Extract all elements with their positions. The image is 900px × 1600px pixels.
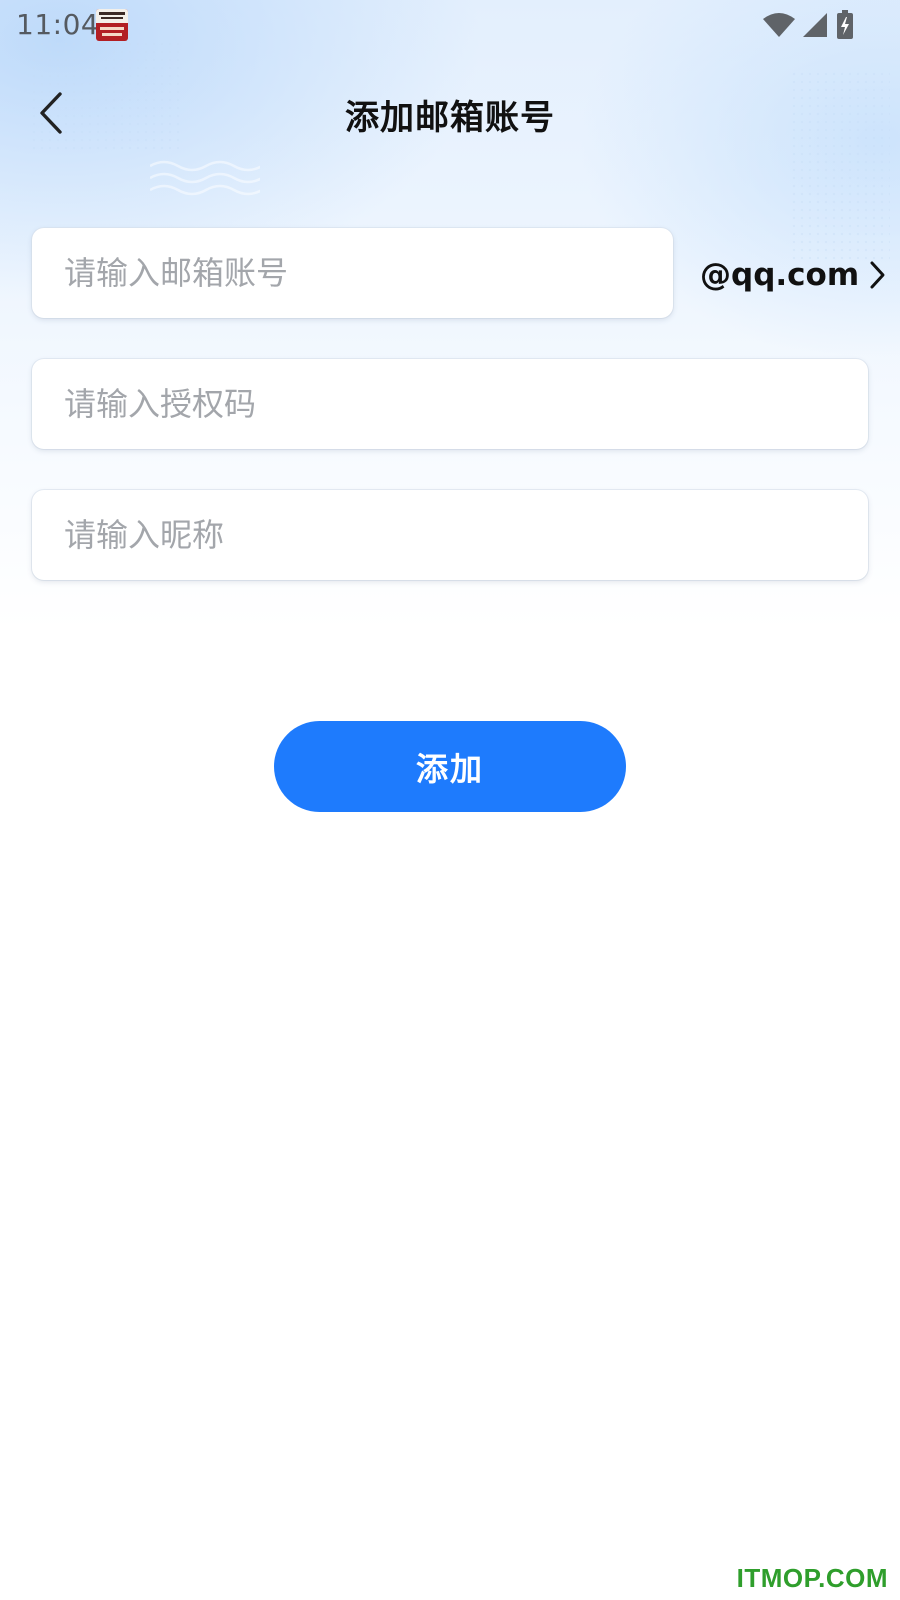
status-bar: 11:04 [0, 0, 900, 48]
chevron-right-icon [870, 261, 885, 289]
add-button[interactable]: 添加 [274, 721, 626, 812]
email-account-field[interactable] [32, 228, 673, 318]
auth-code-input[interactable] [32, 359, 868, 449]
email-domain-selector[interactable]: @qq.com [700, 250, 887, 300]
auth-code-field[interactable] [32, 359, 868, 449]
navigation-bar: 添加邮箱账号 [0, 72, 900, 154]
nickname-input[interactable] [32, 490, 868, 580]
status-time: 11:04 [16, 8, 100, 41]
watermark: ITMOP.COM [736, 1563, 888, 1593]
wifi-icon [763, 13, 795, 37]
decorative-wave-lines [150, 160, 260, 196]
cell-signal-icon [803, 13, 827, 37]
nickname-field[interactable] [32, 490, 868, 580]
email-domain-label: @qq.com [700, 257, 860, 293]
battery-charging-icon [837, 10, 853, 39]
notification-app-icon [96, 9, 128, 41]
page-title: 添加邮箱账号 [345, 98, 555, 138]
email-account-input[interactable] [32, 228, 673, 318]
